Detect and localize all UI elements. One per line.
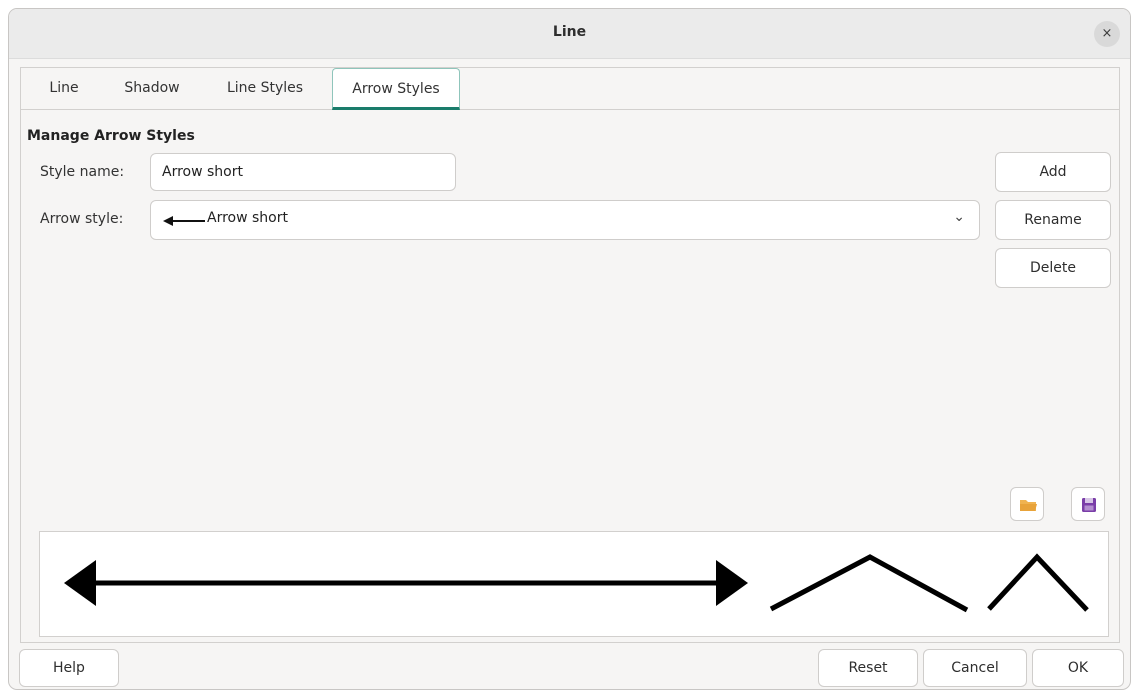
tab-bar: Line Shadow Line Styles Arrow Styles	[21, 68, 1119, 110]
open-folder-icon	[1020, 500, 1037, 511]
arrow-style-preview-narrow	[987, 553, 1089, 612]
arrow-head-right	[716, 560, 748, 606]
dialog-title: Line	[552, 24, 587, 40]
tab-notebook: Line Shadow Line Styles Arrow Styles Man…	[20, 67, 1120, 643]
tab-line[interactable]: Line	[39, 77, 89, 105]
tab-shadow[interactable]: Shadow	[115, 77, 189, 105]
reset-button[interactable]: Reset	[818, 649, 918, 687]
arrow-preview-line	[165, 220, 205, 222]
arrow-preview-graphic	[64, 553, 1089, 613]
rename-button[interactable]: Rename	[995, 200, 1111, 240]
save-floppy-icon	[1082, 498, 1096, 512]
tab-arrow-styles[interactable]: Arrow Styles	[332, 68, 460, 110]
title-bar: Line ×	[9, 9, 1130, 59]
section-title: Manage Arrow Styles	[27, 128, 195, 144]
arrow-style-preview-wide	[769, 554, 969, 613]
tab-line-styles[interactable]: Line Styles	[215, 77, 315, 105]
line-dialog: Line × Line Shadow Line Styles Arrow Sty…	[8, 8, 1131, 690]
ok-button[interactable]: OK	[1032, 649, 1124, 687]
style-name-input[interactable]: Arrow short	[150, 153, 456, 191]
arrow-style-dropdown[interactable]: Arrow short ⌄	[150, 200, 980, 240]
cancel-button[interactable]: Cancel	[923, 649, 1027, 687]
add-button[interactable]: Add	[995, 152, 1111, 192]
arrow-style-label: Arrow style:	[40, 211, 124, 227]
arrow-style-value: Arrow short	[207, 210, 288, 226]
chevron-down-icon: ⌄	[953, 209, 965, 225]
delete-button[interactable]: Delete	[995, 248, 1111, 288]
save-arrow-styles-button[interactable]	[1071, 487, 1105, 521]
load-arrow-styles-button[interactable]	[1010, 487, 1044, 521]
arrow-head-left	[64, 560, 96, 606]
help-button[interactable]: Help	[19, 649, 119, 687]
arrow-preview-area	[39, 531, 1109, 637]
close-button[interactable]: ×	[1094, 21, 1120, 47]
style-name-label: Style name:	[40, 164, 125, 180]
